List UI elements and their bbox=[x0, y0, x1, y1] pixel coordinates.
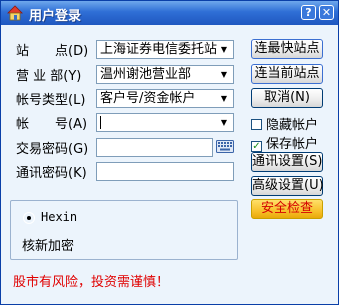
site-select[interactable]: 上海证券电信委托站1 ▼ bbox=[96, 40, 234, 59]
advanced-settings-button[interactable]: 高级设置(U) bbox=[251, 176, 324, 196]
account-input[interactable]: ▼ bbox=[96, 113, 234, 132]
hide-account-checkbox[interactable]: 隐藏帐户 bbox=[251, 114, 318, 133]
comm-password-input[interactable] bbox=[96, 162, 234, 181]
text-caret bbox=[100, 116, 101, 129]
dropdown-arrow-icon[interactable]: ▼ bbox=[217, 91, 231, 106]
dropdown-arrow-icon[interactable]: ▼ bbox=[217, 42, 231, 57]
connect-fastest-site-button[interactable]: 连最快站点 bbox=[251, 39, 323, 59]
login-window: 用户登录 ? ✕ 站 点(D) 上海证券电信委托站1 ▼ 营 业 部(Y) 温州… bbox=[0, 0, 339, 305]
branch-value: 温州谢池营业部 bbox=[100, 67, 192, 82]
save-account-label: 保存帐户 bbox=[266, 137, 319, 152]
hexin-radio[interactable] bbox=[23, 212, 35, 224]
connect-current-site-button[interactable]: 连当前站点 bbox=[251, 64, 323, 84]
hexin-option-label[interactable]: Hexin bbox=[41, 210, 77, 224]
site-label: 站 点(D) bbox=[16, 44, 89, 59]
cancel-button[interactable]: 取消(N) bbox=[251, 88, 323, 108]
security-check-button[interactable]: 安全检查 bbox=[251, 199, 323, 219]
comm-settings-button[interactable]: 通讯设置(S) bbox=[251, 152, 323, 172]
dropdown-arrow-icon[interactable]: ▼ bbox=[217, 67, 231, 82]
dropdown-arrow-icon[interactable]: ▼ bbox=[217, 115, 231, 130]
trade-password-label: 交易密码(G) bbox=[16, 142, 89, 157]
save-account-checkbox[interactable]: ✓ 保存帐户 bbox=[251, 133, 318, 152]
app-house-icon bbox=[7, 5, 23, 21]
risk-warning: 股市有风险，投资需谨慎！ bbox=[13, 275, 170, 290]
account-label: 帐 号(A) bbox=[16, 117, 88, 132]
account-type-select[interactable]: 客户号/资金帐户 ▼ bbox=[96, 89, 234, 108]
account-type-label: 帐号类型(L) bbox=[16, 93, 86, 108]
trade-password-input[interactable] bbox=[96, 138, 213, 157]
branch-label: 营 业 部(Y) bbox=[16, 69, 82, 84]
window-title: 用户登录 bbox=[29, 9, 82, 24]
site-value: 上海证券电信委托站1 bbox=[100, 42, 218, 57]
close-icon[interactable]: ✕ bbox=[319, 5, 334, 20]
encryption-group: Hexin 核新加密 bbox=[10, 200, 238, 260]
comm-password-label: 通讯密码(K) bbox=[16, 166, 87, 181]
encryption-description: 核新加密 bbox=[22, 239, 75, 254]
keyboard-icon[interactable] bbox=[216, 140, 234, 153]
checkmark-icon[interactable]: ✓ bbox=[251, 141, 262, 152]
branch-select[interactable]: 温州谢池营业部 ▼ bbox=[96, 65, 234, 84]
help-icon[interactable]: ? bbox=[301, 5, 316, 20]
checkbox-box[interactable] bbox=[251, 119, 262, 130]
account-type-value: 客户号/资金帐户 bbox=[100, 91, 196, 106]
title-bar[interactable]: 用户登录 ? ✕ bbox=[1, 1, 338, 25]
hide-account-label: 隐藏帐户 bbox=[266, 118, 319, 133]
